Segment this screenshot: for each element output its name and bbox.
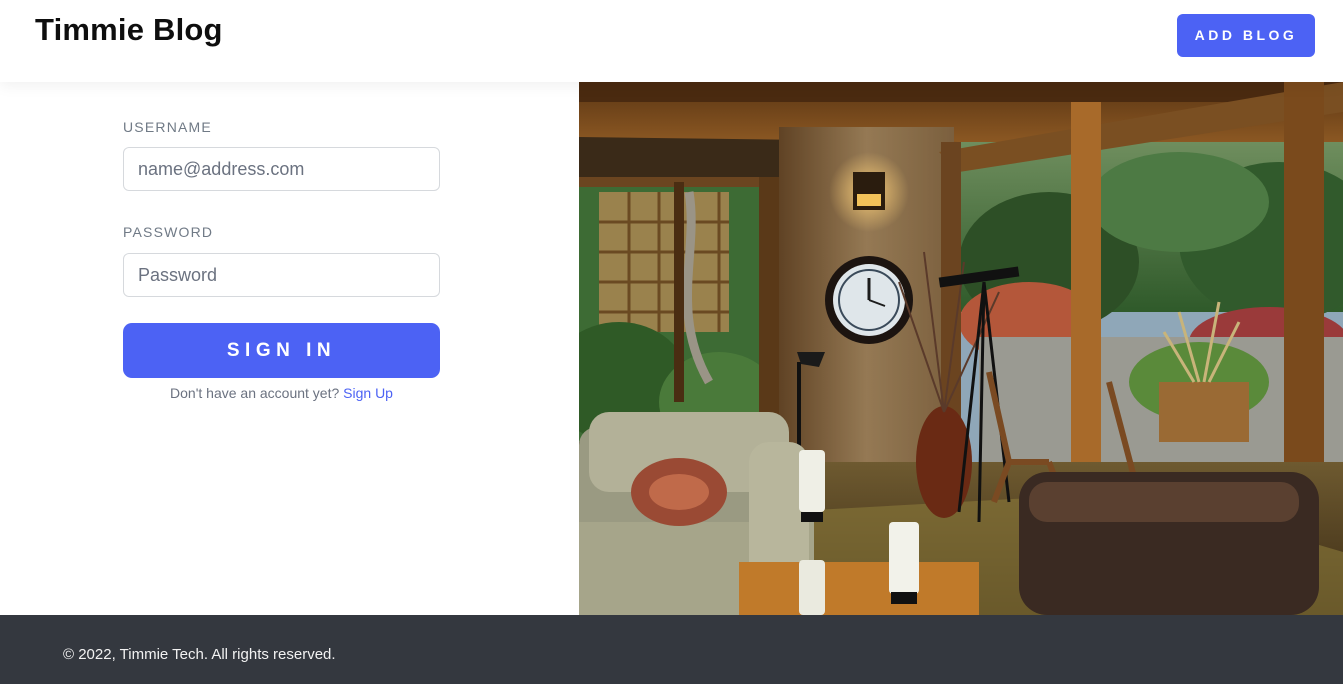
copyright-text: © 2022, Timmie Tech. All rights reserved… [63, 646, 336, 663]
username-label: USERNAME [123, 119, 212, 135]
signup-prompt: Don't have an account yet? Sign Up [123, 385, 440, 401]
sign-up-link[interactable]: Sign Up [343, 385, 393, 401]
living-room-photo [579, 82, 1343, 615]
brand-title[interactable]: Timmie Blog [35, 12, 223, 48]
living-room-image [579, 82, 1343, 615]
add-blog-button[interactable]: ADD BLOG [1177, 14, 1315, 57]
footer: © 2022, Timmie Tech. All rights reserved… [0, 615, 1343, 684]
username-input[interactable] [123, 147, 440, 191]
password-input[interactable] [123, 253, 440, 297]
signup-prompt-text: Don't have an account yet? [170, 385, 340, 401]
top-navbar: Timmie Blog ADD BLOG [0, 0, 1343, 82]
login-form: USERNAME PASSWORD SIGN IN Don't have an … [0, 82, 579, 615]
password-label: PASSWORD [123, 224, 214, 240]
sign-in-button[interactable]: SIGN IN [123, 323, 440, 378]
